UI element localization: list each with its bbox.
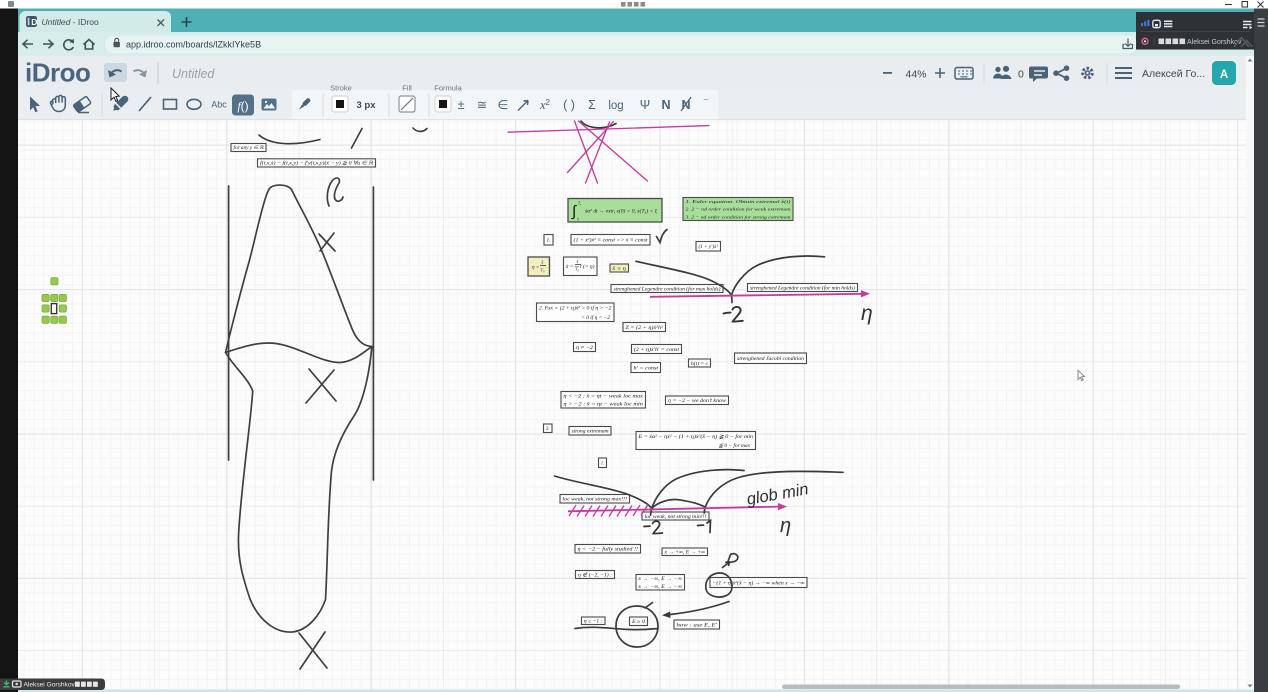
svg-text:Abc: Abc [211,100,227,110]
svg-text:3 px: 3 px [356,100,376,111]
svg-text:strenghened Jacobi condition: strenghened Jacobi condition [737,356,804,362]
svg-text:η: η [780,515,791,537]
svg-text:1. Euler equation. Obtain extr: 1. Euler equation. Obtain extremal x̂(t) [686,199,792,204]
svg-text:±: ± [458,98,465,112]
svg-text:0: 0 [1018,69,1024,81]
svg-text:η < −2 − fully studied !!: η < −2 − fully studied !! [578,546,639,553]
svg-text:η > −2 : x̂ = ηt − weak loc mi: η > −2 : x̂ = ηt − weak loc min [563,402,643,408]
svg-text:≅: ≅ [477,98,487,112]
svg-text:Ψ: Ψ [640,98,650,112]
svg-text:E ≥ 0: E ≥ 0 [631,619,646,625]
svg-text:loc weak, not strong min!!!: loc weak, not strong min!!! [645,514,707,520]
svg-text:N: N [661,98,670,112]
svg-text:≦ 0 − for max: ≦ 0 − for max [718,442,750,449]
svg-text:η ≠ −2: η ≠ −2 [576,345,593,351]
svg-text:x → +∞, E → +∞: x → +∞, E → +∞ [663,551,705,556]
svg-text:Stroke: Stroke [330,84,352,93]
svg-text:f(): f() [237,99,248,113]
svg-text:T₀: T₀ [575,267,579,272]
svg-text:< 0 if η < −2: < 0 if η < −2 [581,314,610,321]
svg-text:∈: ∈ [498,98,509,112]
svg-text:η: η [861,302,873,325]
svg-text:0: 0 [577,218,579,222]
svg-text:Aleksei Gorshkov: Aleksei Gorshkov [1187,39,1242,46]
svg-text:Алексей Го...: Алексей Го... [1142,68,1205,80]
svg-text:η < −2 : x̂ = ηt − weak loc ma: η < −2 : x̂ = ηt − weak loc max [563,393,643,399]
svg-text:~: ~ [703,95,709,106]
svg-text:(2 + η)ẋ′h′ = const: (2 + η)ẋ′h′ = const [634,346,680,353]
svg-text:ẋα² dt → extr, x(0) = 0, x(T₀): ẋα² dt → extr, x(0) = 0, x(T₀) = ξ [584,208,658,215]
svg-text:iDroo: iDroo [25,58,90,88]
svg-text:for any y ∈ ℝ: for any y ∈ ℝ [234,145,265,151]
svg-text:1.: 1. [601,462,604,467]
svg-text:−(1 + η)ẋ²(x̂ − η) → −∞ when x: −(1 + η)ẋ²(x̂ − η) → −∞ when x → −∞ [713,579,805,586]
svg-text:Z = (2 + η)ẋ²h²: Z = (2 + η)ẋ²h² [625,324,663,331]
svg-text:T₀: T₀ [541,268,545,273]
svg-text:loc weak, not strong max!!!: loc weak, not strong max!!! [563,497,628,503]
svg-text:(1 + ẋ²)ẋ² ≡ const => ẋ ≡ co: (1 + ẋ²)ẋ² ≡ const => ẋ ≡ const [574,237,649,244]
svg-text:η ∉ (−2, −1) :: η ∉ (−2, −1) : [578,571,612,578]
svg-text:ξ: ξ [577,259,579,264]
svg-text:E = ẋα² − ηẋ² − (1 + η)ẋ²(x̂ −: E = ẋα² − ηẋ² − (1 + η)ẋ²(x̂ − η) ≩ 0 − … [637,433,753,440]
svg-text:Formula: Formula [434,84,462,93]
svg-text:x → −∞, E → −∞: x → −∞, E → −∞ [637,577,682,582]
svg-text:f(t,x,ẋ) − f(t,x,y) − f′y(t,x,: f(t,x,ẋ) − f(t,x,y) − f′y(t,x,y)(ẋ − y) … [260,160,374,167]
svg-text:A: A [1220,69,1228,81]
svg-text:x → −∞, E → −∞: x → −∞, E → −∞ [637,585,682,590]
svg-text:strenghened Legendre condition: strenghened Legendre condition (for max … [614,285,721,292]
svg-text:44%: 44% [905,69,926,81]
svg-text:x̂ ≡ η: x̂ ≡ η [611,267,626,272]
svg-text:Untitled - IDroo: Untitled - IDroo [42,17,99,27]
svg-text:how : use E, E′: how : use E, E′ [677,622,719,628]
svg-text:app.idroo.com/boards/lZkkIYke5: app.idroo.com/boards/lZkkIYke5B [126,39,261,49]
svg-text:η ≥ −1 :: η ≥ −1 : [584,619,603,625]
svg-text:Aleksei Gorshkov: Aleksei Gorshkov [24,682,76,689]
svg-text:Untitled: Untitled [172,67,215,81]
svg-text:3.: 3. [546,427,550,432]
svg-text:h(t) = c: h(t) = c [691,362,709,367]
svg-text:2. 2 − nd order condition for: 2. 2 − nd order condition for weak extre… [686,207,792,212]
svg-text:D: D [31,17,37,27]
svg-text:log: log [608,100,623,112]
svg-text:Fill: Fill [402,84,412,93]
svg-text:strenghened Legendre condition: strenghened Legendre condition (for min … [750,284,855,291]
svg-text:(1 + y′)ẋ²: (1 + y′)ẋ² [698,243,718,250]
svg-text:h′ = const: h′ = const [634,365,659,371]
svg-text:ξ: ξ [542,260,544,265]
svg-text:strong extremum: strong extremum [572,429,609,435]
svg-text:Σ: Σ [588,98,596,112]
svg-text:η = −2 − we don’t know: η = −2 − we don’t know [668,398,727,404]
svg-text:( ): ( ) [563,98,575,112]
svg-text:2. Fxx = (2 + η)ẋ² > 0 if η >: 2. Fxx = (2 + η)ẋ² > 0 if η > −2 [539,305,612,312]
svg-text:1.: 1. [547,239,551,244]
svg-text:η =: η = [532,265,539,271]
svg-text:3. 2 − nd order condition for: 3. 2 − nd order condition for strong ext… [686,214,792,219]
